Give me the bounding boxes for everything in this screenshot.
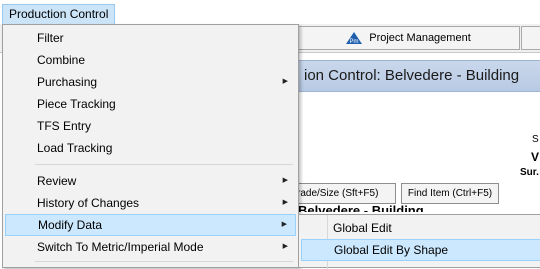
submenu-arrow-icon: ▶ [281, 221, 287, 228]
submenu-item-global-edit[interactable]: Global Edit [301, 217, 540, 239]
submenu-item-global-edit-by-shape[interactable]: Global Edit By Shape [301, 239, 540, 261]
menu-item-label: Combine [37, 53, 86, 67]
menu-bar: Production Control [0, 0, 540, 24]
menu-item-tfs-entry[interactable]: TFS Entry [5, 115, 296, 137]
grade-size-button[interactable]: rade/Size (Sft+F5) [296, 183, 396, 204]
menu-item-label: Piece Tracking [37, 97, 116, 111]
submenu-arrow-icon: ▶ [282, 78, 288, 85]
menu-separator [35, 261, 293, 262]
project-management-tab[interactable]: Pm Project Management [296, 26, 520, 50]
menu-item-switch-metric-imperial[interactable]: Switch To Metric/Imperial Mode ▶ [5, 236, 296, 258]
side-label-s: S [532, 134, 539, 145]
submenu-arrow-icon: ▶ [282, 243, 288, 250]
menu-item-label: Purchasing [37, 75, 98, 89]
production-control-menu: Filter Combine Purchasing ▶ Piece Trackin… [2, 24, 299, 268]
menu-item-label: TFS Entry [37, 119, 92, 133]
next-tab[interactable] [521, 26, 540, 50]
menu-item-combine[interactable]: Combine [5, 49, 296, 71]
project-management-label: Project Management [369, 32, 471, 44]
menu-item-label: History of Changes [37, 196, 140, 210]
building-subtitle: Belvedere - Building [298, 204, 424, 212]
menu-separator [35, 164, 293, 165]
submenu-item-label: Global Edit [333, 221, 392, 235]
submenu-arrow-icon: ▶ [282, 199, 288, 206]
menu-item-load-tracking[interactable]: Load Tracking [5, 137, 296, 159]
window-title-band: ion Control: Belvedere - Building [296, 60, 540, 92]
menu-item-label: Load Tracking [37, 141, 113, 155]
menu-item-history-of-changes[interactable]: History of Changes ▶ [5, 192, 296, 214]
find-item-button[interactable]: Find Item (Ctrl+F5) [401, 183, 499, 204]
menu-item-review[interactable]: Review ▶ [5, 170, 296, 192]
side-label-sur: Sur. [520, 167, 539, 178]
menu-item-label: Switch To Metric/Imperial Mode [37, 240, 204, 254]
modify-data-submenu: Global Edit Global Edit By Shape [298, 214, 540, 269]
side-label-v: V [531, 150, 540, 164]
menu-item-label: Review [37, 174, 77, 188]
menu-item-label: Filter [37, 31, 64, 45]
submenu-arrow-icon: ▶ [282, 177, 288, 184]
menu-item-purchasing[interactable]: Purchasing ▶ [5, 71, 296, 93]
menu-item-filter[interactable]: Filter [5, 27, 296, 49]
menu-item-modify-data[interactable]: Modify Data ▶ [5, 214, 296, 236]
project-management-icon: Pm [345, 31, 363, 45]
submenu-item-label: Global Edit By Shape [334, 243, 449, 257]
window-title: ion Control: Belvedere - Building [304, 67, 520, 84]
svg-text:Pm: Pm [350, 39, 359, 45]
menu-item-label: Modify Data [38, 218, 103, 232]
menu-production-control[interactable]: Production Control [2, 4, 116, 24]
menu-item-piece-tracking[interactable]: Piece Tracking [5, 93, 296, 115]
